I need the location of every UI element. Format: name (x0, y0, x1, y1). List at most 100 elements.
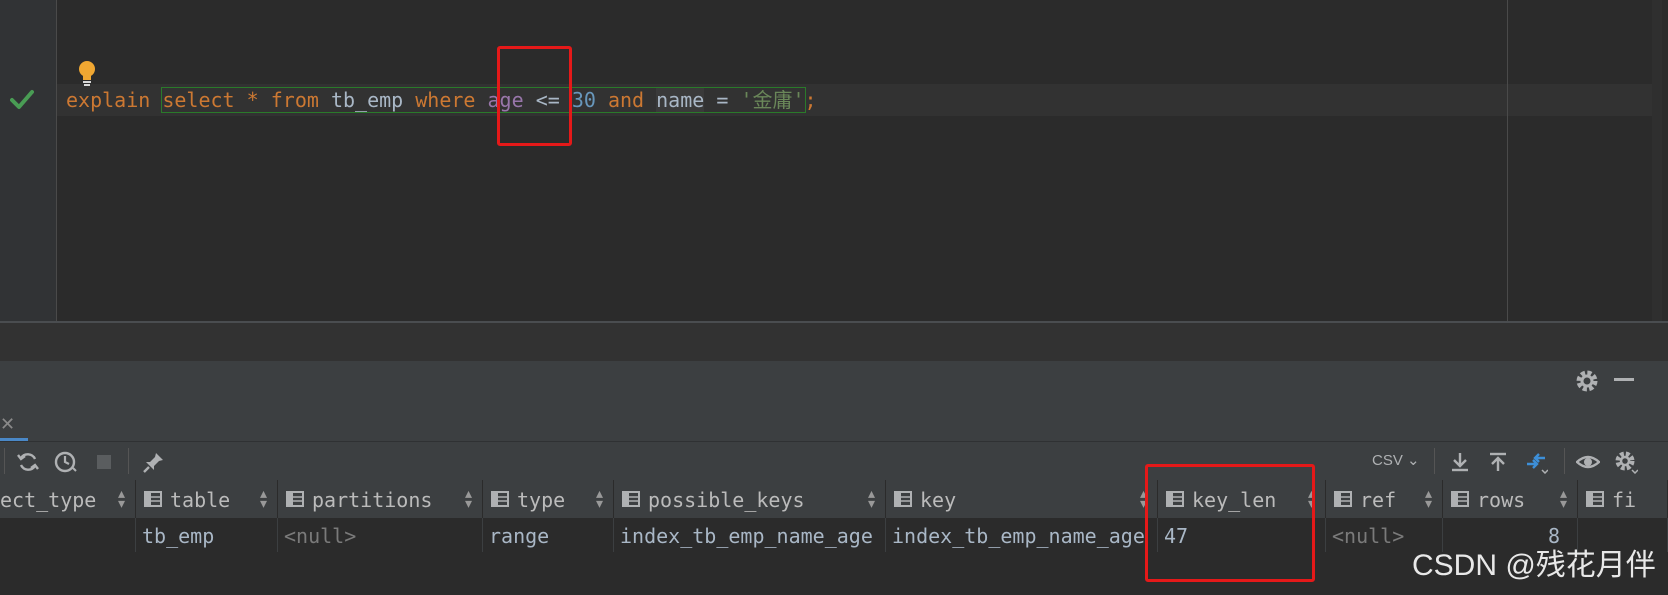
export-format-label: CSV (1372, 452, 1403, 469)
eye-icon[interactable] (1576, 450, 1600, 474)
grid-header: ect_type ▴ ▾ table ▴ ▾ partitions ▴ ▾ type ▴ ▾ possi… (0, 480, 1668, 518)
check-icon (10, 90, 34, 109)
services-panel-header (0, 361, 1668, 441)
toolbar-separator (128, 448, 129, 474)
column-header-label: fi (1612, 488, 1637, 512)
sql-token: '金庸' (740, 88, 805, 112)
column-header-type[interactable]: type ▴ ▾ (483, 480, 614, 518)
sort-icon[interactable]: ▴ ▾ (1560, 486, 1567, 510)
sql-statement[interactable]: explain select * from tb_emp where age <… (66, 87, 817, 113)
sql-token: name (656, 88, 705, 112)
sort-icon[interactable]: ▴ ▾ (1425, 486, 1432, 510)
table-column-icon (894, 491, 912, 507)
sql-token: ; (804, 88, 817, 112)
column-header-label: possible_keys (648, 488, 805, 512)
table-column-icon (491, 491, 509, 507)
table-column-icon (1334, 491, 1352, 507)
column-header-label: type (517, 488, 566, 512)
sql-token: from (270, 88, 319, 112)
table-cell[interactable]: <null> (1332, 524, 1404, 548)
column-header-label: key (920, 488, 957, 512)
pin-icon[interactable] (142, 450, 166, 474)
column-header-label: rows (1477, 488, 1526, 512)
export-format-selector[interactable]: CSV ⌄ (1372, 451, 1420, 469)
gear-icon[interactable] (1614, 450, 1638, 474)
column-header-partitions[interactable]: partitions ▴ ▾ (278, 480, 483, 518)
column-header-rows[interactable]: rows ▴ ▾ (1443, 480, 1578, 518)
table-cell[interactable]: index_tb_emp_name_age (892, 524, 1145, 548)
refresh-icon[interactable] (16, 450, 40, 474)
cell-divider (277, 518, 278, 552)
sql-token: = (716, 88, 729, 112)
column-header-label: table (170, 488, 231, 512)
sql-token: tb_emp (330, 88, 404, 112)
annotation-box-key-len (1145, 464, 1315, 582)
column-header-key[interactable]: key ▴ ▾ (886, 480, 1158, 518)
cell-divider (613, 518, 614, 552)
sql-token: explain (66, 88, 151, 112)
column-header-ref[interactable]: ref ▴ ▾ (1326, 480, 1443, 518)
sort-icon[interactable]: ▴ ▾ (260, 486, 267, 510)
cell-divider (135, 518, 136, 552)
table-cell[interactable]: tb_emp (142, 524, 214, 548)
toolbar-separator (1564, 448, 1565, 474)
sort-icon[interactable]: ▴ ▾ (465, 486, 472, 510)
gear-icon[interactable] (1574, 368, 1600, 394)
toolbar-separator (1434, 448, 1435, 474)
table-column-icon (1586, 491, 1604, 507)
watermark: CSDN @残花月伴 (1412, 549, 1656, 582)
sql-token: * (246, 88, 259, 112)
table-cell[interactable]: <null> (284, 524, 356, 548)
toolbar-separator (4, 448, 5, 474)
table-column-icon (1451, 491, 1469, 507)
column-header-ect-type[interactable]: ect_type ▴ ▾ (0, 480, 136, 518)
column-header-label: ref (1360, 488, 1397, 512)
sql-editor[interactable]: explain select * from tb_emp where age <… (0, 0, 1668, 322)
cell-divider (1325, 518, 1326, 552)
table-cell[interactable]: index_tb_emp_name_age (620, 524, 873, 548)
column-header-label: partitions (312, 488, 433, 512)
table-cell[interactable]: range (489, 524, 549, 548)
sort-icon[interactable]: ▴ ▾ (596, 486, 603, 510)
column-header-fi[interactable]: fi (1578, 480, 1668, 518)
gutter-separator (56, 0, 57, 322)
download-icon[interactable] (1448, 450, 1472, 474)
upload-icon[interactable] (1486, 450, 1510, 474)
statement-highlight: select * from tb_emp where age <= 30 and… (161, 87, 806, 113)
table-column-icon (144, 491, 162, 507)
compare-icon[interactable] (1524, 450, 1548, 474)
annotation-box-operator (497, 46, 572, 146)
history-clock-icon[interactable] (54, 450, 78, 474)
sort-icon[interactable]: ▴ ▾ (868, 486, 875, 510)
lightbulb-icon[interactable] (76, 60, 98, 86)
sql-token: where (415, 88, 476, 112)
sql-token: 30 (571, 88, 596, 112)
stop-icon[interactable] (92, 450, 116, 474)
editor-scrollbar[interactable] (1652, 0, 1662, 322)
status-strip (0, 323, 1668, 361)
right-margin-guide (1507, 0, 1508, 322)
sql-token: and (607, 88, 645, 112)
column-header-table[interactable]: table ▴ ▾ (136, 480, 278, 518)
column-header-label: ect_type (0, 488, 97, 512)
minimize-icon[interactable] (1614, 378, 1634, 381)
cell-divider (885, 518, 886, 552)
cell-divider (482, 518, 483, 552)
column-header-possible-keys[interactable]: possible_keys ▴ ▾ (614, 480, 886, 518)
table-column-icon (622, 491, 640, 507)
close-icon[interactable]: ✕ (0, 414, 15, 434)
editor-gutter (0, 0, 56, 322)
result-toolbar: CSV ⌄ (0, 442, 1668, 480)
table-column-icon (286, 491, 304, 507)
sort-icon[interactable]: ▴ ▾ (118, 486, 125, 510)
